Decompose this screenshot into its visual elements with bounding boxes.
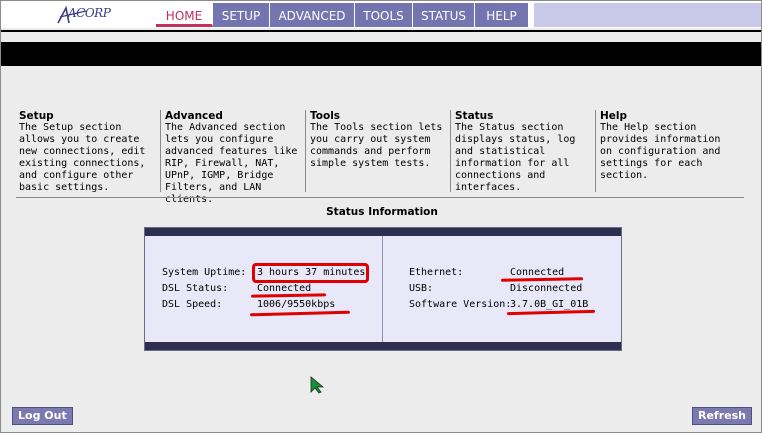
status-panel: System Uptime: 3 hours 37 minutes DSL St… (144, 227, 622, 351)
page-frame: ACORP HOME SETUP ADVANCED TOOLS STATUS H… (0, 0, 762, 433)
main-nav: HOME SETUP ADVANCED TOOLS STATUS HELP (156, 3, 529, 28)
dsl-speed-value: 1006/9550kbps (257, 299, 336, 310)
tab-tools[interactable]: TOOLS (355, 3, 413, 27)
tab-advanced[interactable]: ADVANCED (270, 3, 355, 27)
logout-button[interactable]: Log Out (12, 407, 73, 425)
section-title: Status (455, 110, 494, 122)
dsl-speed-label: DSL Speed: (162, 299, 223, 310)
section-title: Tools (310, 110, 341, 122)
divider-line (1, 30, 761, 32)
usb-label: USB: (409, 283, 434, 294)
dsl-status-value: Connected (257, 283, 312, 294)
section-status: Status The Status section displays statu… (455, 110, 593, 194)
software-version-label: Software Version: (409, 299, 512, 310)
panel-bottom-bar (145, 342, 621, 350)
usb-value: Disconnected (510, 283, 583, 294)
column-divider (305, 110, 306, 192)
section-title: Setup (19, 110, 54, 122)
section-text: The Help section provides information on… (600, 122, 721, 181)
tab-home[interactable]: HOME (156, 3, 213, 27)
ethernet-value: Connected (510, 267, 565, 278)
section-tools: Tools The Tools section lets you carry o… (310, 110, 448, 170)
software-version-value: 3.7.0B_GI_01B (510, 299, 589, 310)
horizontal-separator (16, 197, 744, 198)
logo-text: ACORP (68, 6, 111, 20)
header-band (1, 42, 761, 66)
column-divider (450, 110, 451, 192)
tab-status[interactable]: STATUS (413, 3, 475, 27)
section-text: The Setup section allows you to create n… (19, 122, 146, 193)
section-text: The Advanced section lets you configure … (165, 122, 298, 205)
section-text: The Status section displays status, log … (455, 122, 576, 193)
column-divider (595, 110, 596, 192)
panel-top-bar (145, 228, 621, 236)
section-title: Help (600, 110, 628, 122)
section-title: Advanced (165, 110, 223, 122)
uptime-annotation-box (252, 263, 369, 283)
uptime-label: System Uptime: (162, 267, 247, 278)
section-descriptions: Setup The Setup section allows you to cr… (16, 110, 746, 205)
refresh-button[interactable]: Refresh (692, 407, 752, 425)
top-bar: ACORP HOME SETUP ADVANCED TOOLS STATUS H… (1, 1, 761, 28)
ethernet-label: Ethernet: (409, 267, 464, 278)
status-title: Status Information (326, 206, 438, 218)
section-setup: Setup The Setup section allows you to cr… (19, 110, 157, 194)
column-divider (160, 110, 161, 192)
dsl-status-label: DSL Status: (162, 283, 229, 294)
panel-divider (382, 236, 383, 342)
section-text: The Tools section lets you carry out sys… (310, 122, 443, 169)
tab-help[interactable]: HELP (475, 3, 529, 27)
section-advanced: Advanced The Advanced section lets you c… (165, 110, 303, 206)
nav-filler (534, 3, 761, 27)
tab-setup[interactable]: SETUP (213, 3, 270, 27)
section-help: Help The Help section provides informati… (600, 110, 738, 182)
mouse-cursor-icon (310, 376, 325, 394)
